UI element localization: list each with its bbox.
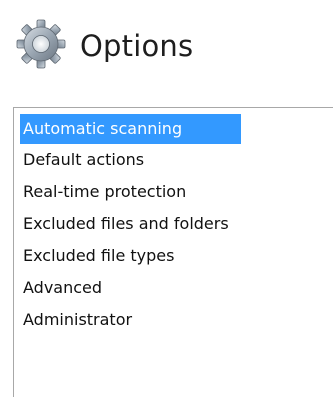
list-item-automatic-scanning[interactable]: Automatic scanning [20,114,241,144]
page-title: Options [80,28,194,63]
list-item-administrator[interactable]: Administrator [20,304,333,336]
list-item-excluded-files-and-folders[interactable]: Excluded files and folders [20,208,333,240]
options-list[interactable]: Automatic scanning Default actions Real-… [13,107,333,397]
list-item-excluded-file-types[interactable]: Excluded file types [20,240,333,272]
list-item-default-actions[interactable]: Default actions [20,144,333,176]
gear-icon [16,19,80,73]
list-item-advanced[interactable]: Advanced [20,272,333,304]
options-header: Options [16,18,193,74]
list-item-real-time-protection[interactable]: Real-time protection [20,176,333,208]
